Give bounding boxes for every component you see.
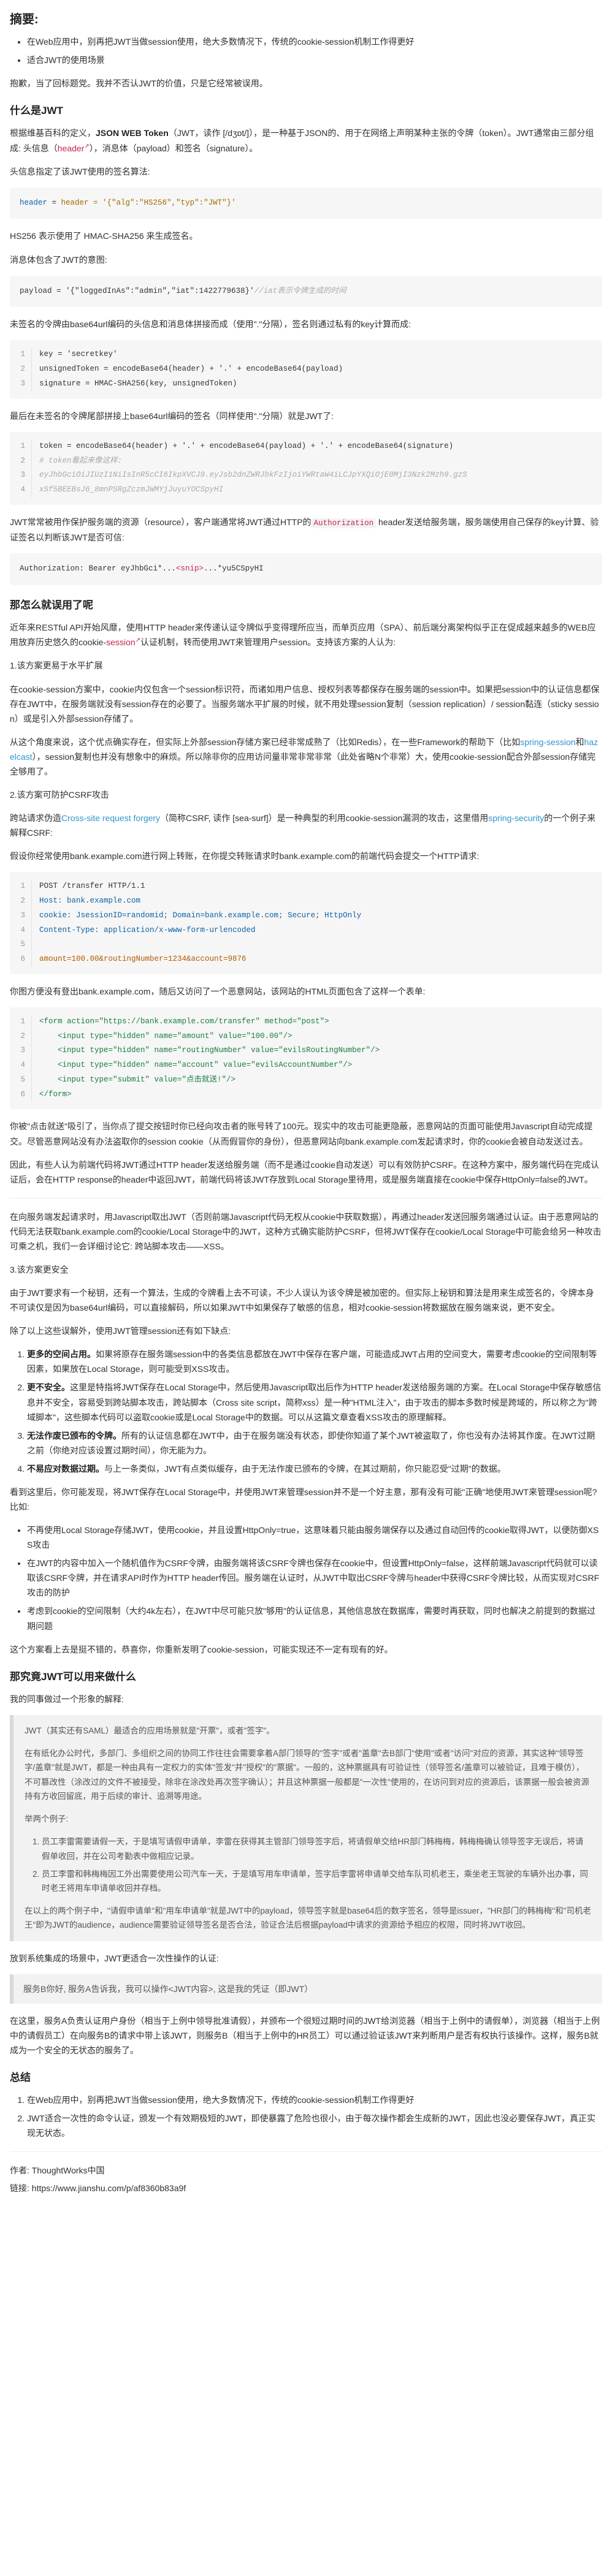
wrong-s2-paragraph-6: 在向服务端发起请求时，用Javascript取出JWT（否则前端Javascri… xyxy=(10,1211,602,1251)
line-numbers: 1 2 3 xyxy=(10,347,32,392)
subheading-1: 1.该方案更易于水平扩展 xyxy=(10,661,103,671)
conclusion-item: JWT适合一次性的命令认证，颁发一个有效期极短的JWT，即使暴露了危险也很小，由… xyxy=(27,2111,602,2140)
divider xyxy=(10,2151,602,2153)
session-link[interactable]: session↗ xyxy=(106,637,140,648)
line-numbers: 1 2 3 4 5 6 xyxy=(10,1014,32,1102)
header-link[interactable]: header↗ xyxy=(58,143,90,153)
summary-item: 适合JWT的使用场景 xyxy=(27,53,602,67)
code-block-payload: payload = '{"loggedInAs":"admin","iat":1… xyxy=(10,275,602,308)
alternatives-list: 不再使用Local Storage存储JWT，使用cookie，并且设置Http… xyxy=(27,1523,602,1634)
code-line: </form> xyxy=(39,1089,72,1099)
what-paragraph-1: 根据维基百科的定义，JSON WEB Token（JWT，读作 [/dʒɒt/]… xyxy=(10,128,594,153)
conclusion-list: 在Web应用中，别再把JWT当做session使用，绝大多数情况下，传统的coo… xyxy=(27,2093,602,2140)
external-link-icon: ↗ xyxy=(84,142,90,150)
cons-item: 不易应对数据过期。与上一条类似，JWT有点类似缓存，由于无法作废已颁布的令牌，在… xyxy=(27,1461,602,1476)
intro-paragraph: 抱歉，当了回标题党。我并不否认JWT的价值，只是它经常被误用。 xyxy=(10,78,268,89)
code-line: eyJhbGciOiJIUzI1NiIsInR5cCI6IkpXVCJ9.eyJ… xyxy=(39,471,467,480)
code-line: unsignedToken = encodeBase64(header) + '… xyxy=(39,365,343,374)
author-line: 作者: ThoughtWorks中国 xyxy=(10,2165,105,2176)
use-paragraph-1: 我的同事做过一个形象的解释: xyxy=(10,1694,124,1704)
what-paragraph-3: HS256 表示使用了 HMAC-SHA256 来生成签名。 xyxy=(10,231,198,241)
quote-paragraph: 在以上的两个例子中，"请假申请单"和"用车申请单"就是JWT中的payload，… xyxy=(25,1906,591,1930)
wrong-s2-paragraph-2: 假设你经常使用bank.example.com进行网上转账，在你提交转账请求时b… xyxy=(10,851,480,862)
line-numbers: 1 2 3 4 5 6 xyxy=(10,879,32,967)
cons-item: 无法作废已颁布的令牌。所有的认证信息都在JWT中，由于在服务端没有状态，即使你知… xyxy=(27,1428,602,1458)
code-block-header: header = header = '{"alg":"HS256","typ":… xyxy=(10,187,602,219)
line-numbers: 1 2 3 4 xyxy=(10,439,32,498)
summary-heading: 摘要: xyxy=(10,13,39,26)
subheading-2: 2.该方案可防护CSRF攻击 xyxy=(10,790,109,800)
external-link-icon: ↗ xyxy=(135,637,140,644)
divider xyxy=(10,1197,602,1199)
code-block-http-request: 1 2 3 4 5 6 POST /transfer HTTP/1.1 Host… xyxy=(10,872,602,974)
code-block-html-form: 1 2 3 4 5 6 <form action="https://bank.e… xyxy=(10,1007,602,1110)
code-line: xSf5BEEBsJ6_8mnPSRgZczmJWMYjJuyuYOCSpyHI xyxy=(39,485,224,494)
code-line: amount=100.00&routingNumber=1234&account… xyxy=(39,955,247,964)
section-heading-wrong: 那怎么就误用了呢 xyxy=(10,599,93,612)
alternative-item: 考虑到cookie的空间限制（大约4k左右），在JWT中尽可能只放"够用"的认证… xyxy=(27,1604,602,1633)
what-paragraph-6: 最后在未签名的令牌尾部拼接上base64url编码的签名（同样使用"."分隔）就… xyxy=(10,411,334,421)
code-block-authorization: Authorization: Bearer eyJhbGci*...<snip>… xyxy=(10,553,602,586)
code-line: signature = HMAC-SHA256(key, unsignedTok… xyxy=(39,379,237,388)
conclusion-item: 在Web应用中，别再把JWT当做session使用，绝大多数情况下，传统的coo… xyxy=(27,2093,602,2107)
jwt-term: JSON WEB Token xyxy=(96,128,169,138)
subheading-3: 3.该方案更安全 xyxy=(10,1264,69,1275)
section-heading-what: 什么是JWT xyxy=(10,105,63,117)
wrong-s1-paragraph-2: 从这个角度来说，这个优点确实存在，但实际上外部session存储方案已经非常成熟… xyxy=(10,737,599,776)
quote-example-item: 员工李雷和韩梅梅因工外出需要使用公司汽车一天，于是填写用车申请单，签字后李雷将申… xyxy=(42,1867,591,1895)
wrong-s2-paragraph-5: 因此，有些人认为前端代码将JWT通过HTTP header发送给服务端（而不是通… xyxy=(10,1159,600,1184)
code-line: POST /transfer HTTP/1.1 xyxy=(39,882,145,891)
code-block-token: 1 2 3 4 token = encodeBase64(header) + '… xyxy=(10,431,602,505)
service-quote: 服务B你好, 服务A告诉我，我可以操作<JWT内容>, 这是我的凭证（即JWT） xyxy=(10,1974,602,2004)
code-line: <input type="hidden" name="account" valu… xyxy=(39,1061,353,1070)
wrong-s2-paragraph-3: 你图方便没有登出bank.example.com，随后又访问了一个恶意网站，该网… xyxy=(10,986,426,996)
code-line: <input type="submit" value="点击就送!"/> xyxy=(39,1075,236,1084)
wrong-s3-paragraph-4: 这个方案看上去是挺不错的，恭喜你，你重新发明了cookie-session，可能… xyxy=(10,1644,393,1654)
what-paragraph-7: JWT常常被用作保护服务端的资源（resource），客户端通常将JWT通过HT… xyxy=(10,517,599,543)
quote-paragraph: 在有纸化办公时代，多部门、多组织之间的协同工作往往会需要拿着A部门领导的"签字"… xyxy=(25,1749,589,1801)
what-paragraph-5: 未签名的令牌由base64url编码的头信息和消息体拼接而成（使用"."分隔），… xyxy=(10,319,411,330)
quote-example-item: 员工李雷需要请假一天，于是填写请假申请单，李雷在获得其主管部门领导签字后，将请假… xyxy=(42,1835,591,1863)
use-paragraph-2: 放到系统集成的场景中，JWT更适合一次性操作的认证: xyxy=(10,1953,219,1963)
use-paragraph-3: 在这里，服务A负责认证用户身份（相当于上例中领导批准请假），并颁布一个很短过期时… xyxy=(10,2015,600,2055)
spring-security-link[interactable]: spring-security xyxy=(488,813,544,823)
quote-paragraph: 举两个例子: xyxy=(25,1814,69,1824)
summary-item: 在Web应用中，别再把JWT当做session使用，绝大多数情况下，传统的coo… xyxy=(27,34,602,49)
wrong-s1-paragraph-1: 在cookie-session方案中，cookie内仅包含一个session标识… xyxy=(10,684,600,724)
alternative-item: 在JWT的内容中加入一个随机值作为CSRF令牌，由服务端将该CSRF令牌也保存在… xyxy=(27,1556,602,1600)
code-line: <input type="hidden" name="amount" value… xyxy=(39,1031,293,1040)
wrong-s3-paragraph-1: 由于JWT要求有一个秘钥，还有一个算法，生成的令牌看上去不可读，不少人误认为该令… xyxy=(10,1288,594,1313)
code-line: token = encodeBase64(header) + '.' + enc… xyxy=(39,441,454,450)
summary-list: 在Web应用中，别再把JWT当做session使用，绝大多数情况下，传统的coo… xyxy=(27,34,602,67)
spring-session-link[interactable]: spring-session xyxy=(520,737,575,747)
code-line: cookie: JsessionID=randomid; Domain=bank… xyxy=(39,911,362,920)
section-heading-conclusion: 总结 xyxy=(10,2072,31,2084)
code-line: <input type="hidden" name="routingNumber… xyxy=(39,1046,380,1055)
wrong-s3-paragraph-2: 除了以上这些误解外，使用JWT管理session还有如下缺点: xyxy=(10,1326,231,1336)
inline-code-authorization: Authorization xyxy=(311,518,377,528)
cons-item: 更多的空间占用。如果将原存在服务端session中的各类信息都放在JWT中保存在… xyxy=(27,1347,602,1376)
what-paragraph-4: 消息体包含了JWT的意图: xyxy=(10,254,107,265)
code-line: key = 'secretkey' xyxy=(39,350,118,359)
source-link-line[interactable]: 链接: https://www.jianshu.com/p/af8360b83a… xyxy=(10,2181,602,2195)
cons-item: 更不安全。这里是特指将JWT保存在Local Storage中，然后使用Java… xyxy=(27,1380,602,1424)
wrong-paragraph-1: 近年来RESTful API开始风靡，使用HTTP header来传递认证令牌似… xyxy=(10,623,596,648)
alternative-item: 不再使用Local Storage存储JWT，使用cookie，并且设置Http… xyxy=(27,1523,602,1552)
code-line: # token看起来像这样: xyxy=(39,456,127,465)
quote-example-list: 员工李雷需要请假一天，于是填写请假申请单，李雷在获得其主管部门领导签字后，将请假… xyxy=(42,1835,591,1895)
cons-list: 更多的空间占用。如果将原存在服务端session中的各类信息都放在JWT中保存在… xyxy=(27,1347,602,1476)
quote-paragraph: JWT（其实还有SAML）最适合的应用场景就是"开票"，或者"签字"。 xyxy=(25,1726,275,1735)
code-block-signature: 1 2 3 key = 'secretkey' unsignedToken = … xyxy=(10,340,602,399)
what-paragraph-2: 头信息指定了该JWT使用的签名算法: xyxy=(10,166,150,176)
section-heading-use: 那究竟JWT可以用来做什么 xyxy=(10,1670,136,1683)
code-line: Content-Type: application/x-www-form-url… xyxy=(39,925,256,934)
wrong-s2-paragraph-4: 你被"点击就送"吸引了，当你点了提交按钮时你已经向攻击者的账号转了100元。现实… xyxy=(10,1121,593,1146)
csrf-wiki-link[interactable]: Cross-site request forgery xyxy=(61,813,160,823)
wrong-s3-paragraph-3: 看到这里后，你可能发现，将JWT保存在Local Storage中，并使用JWT… xyxy=(10,1487,597,1512)
code-line: Host: bank.example.com xyxy=(39,896,141,906)
footer: 作者: ThoughtWorks中国 链接: https://www.jians… xyxy=(10,2163,602,2195)
colleague-quote: JWT（其实还有SAML）最适合的应用场景就是"开票"，或者"签字"。 在有纸化… xyxy=(10,1715,602,1941)
wrong-s2-paragraph-1: 跨站请求伪造Cross-site request forgery（简称CSRF,… xyxy=(10,813,596,838)
code-line: <form action="https://bank.example.com/t… xyxy=(39,1017,329,1026)
